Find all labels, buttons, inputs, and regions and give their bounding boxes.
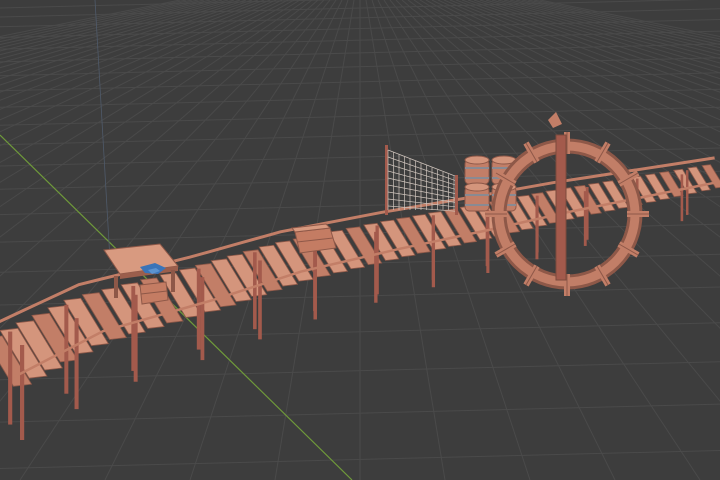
barrel-top (464, 155, 490, 165)
post (74, 318, 79, 410)
barrel-top (464, 182, 490, 192)
post (535, 195, 539, 253)
post (585, 186, 589, 240)
viewport-canvas[interactable] (0, 0, 720, 480)
post (196, 268, 201, 350)
post (200, 277, 205, 361)
post (375, 225, 379, 295)
post (131, 285, 136, 371)
3d-viewport[interactable] (0, 0, 720, 480)
barrel (464, 182, 490, 212)
post (253, 252, 257, 330)
barrel (464, 155, 490, 185)
post (431, 215, 435, 281)
post (8, 331, 13, 425)
post (685, 170, 689, 215)
post (258, 260, 262, 340)
post (20, 345, 25, 440)
post (680, 174, 684, 222)
